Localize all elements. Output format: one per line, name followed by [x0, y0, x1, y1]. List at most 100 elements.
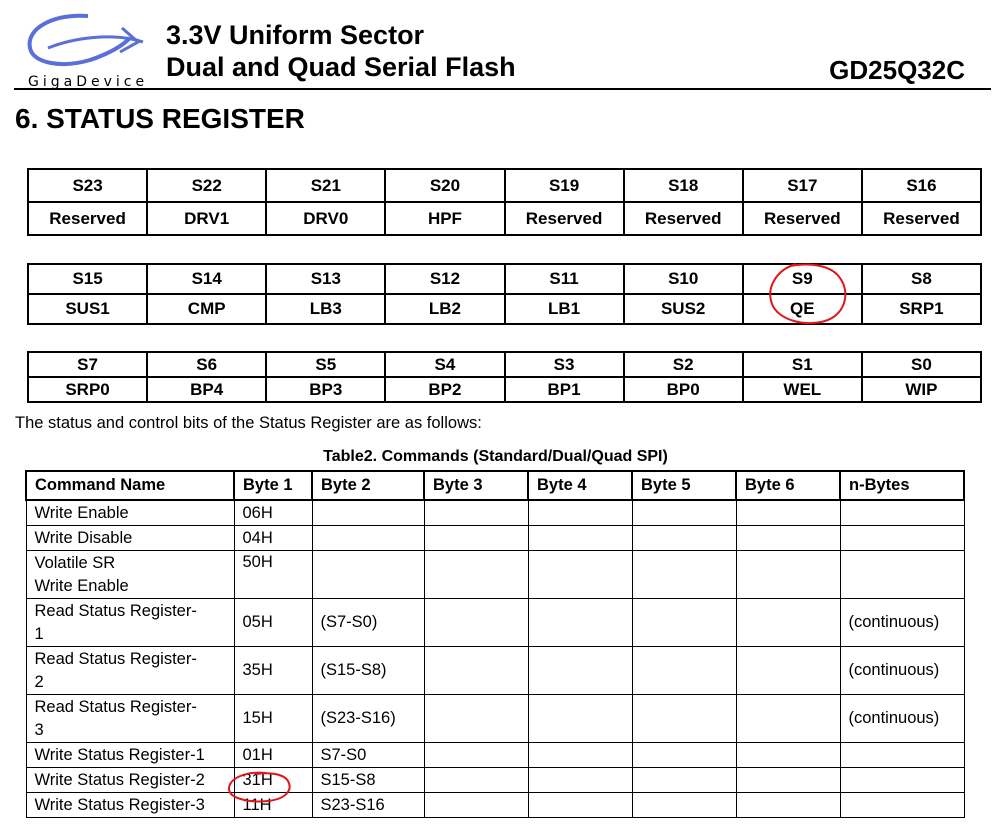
byte6-cell — [735, 767, 841, 793]
byte6-cell — [735, 550, 841, 599]
byte4-cell — [527, 499, 633, 526]
document-title-line1: 3.3V Uniform Sector — [166, 20, 425, 50]
column-header: n-Bytes — [839, 470, 965, 501]
part-number: GD25Q32C — [829, 55, 965, 85]
register-bit-cell: S19 — [503, 168, 625, 203]
register-name-cell: BP2 — [384, 376, 506, 403]
register-bit-cell: S21 — [265, 168, 387, 203]
table-row: Write Status Register-3 11H S23-S16 — [25, 792, 965, 818]
byte3-cell — [423, 525, 529, 551]
register-bit-row: S23 S22 S21 S20 S19 S18 S17 S16 — [26, 168, 983, 203]
byte2-cell — [311, 525, 425, 551]
byte1-cell: 50H — [233, 550, 313, 599]
register-bit-cell: S16 — [860, 168, 983, 203]
table-row: Read Status Register- 3 15H (S23-S16) (c… — [25, 694, 965, 743]
column-header: Byte 1 — [233, 470, 313, 501]
byte3-cell — [423, 792, 529, 818]
register-bit-row: S15 S14 S13 S12 S11 S10 S9 S8 — [26, 263, 983, 295]
command-name-cell: Write Status Register-1 — [25, 742, 235, 768]
command-name-text: 1 — [34, 625, 44, 643]
nbytes-cell: (continuous) — [839, 598, 965, 647]
register-name-row: SUS1 CMP LB3 LB2 LB1 SUS2 QE SRP1 — [26, 293, 983, 325]
command-name-text: Volatile SR — [34, 554, 116, 572]
byte2-cell: (S7-S0) — [311, 598, 425, 647]
register-bit-cell: S17 — [741, 168, 863, 203]
register-name-cell: QE — [741, 293, 863, 325]
table-caption-text: Table2. Commands (Standard/Dual/Quad SPI… — [323, 448, 668, 465]
logo-swoosh-icon — [27, 13, 144, 66]
register-bit-cell: S6 — [146, 351, 268, 378]
command-name-cell: Volatile SR Write Enable — [25, 550, 235, 599]
register-bit-cell: S14 — [146, 263, 268, 295]
register-name-cell: WIP — [860, 376, 983, 403]
register-bit-cell: S2 — [622, 351, 744, 378]
register-name-cell: SUS1 — [26, 293, 149, 325]
byte5-cell — [631, 499, 737, 526]
nbytes-cell — [839, 550, 965, 599]
table-row: Write Disable 04H — [25, 525, 965, 551]
register-bit-cell: S20 — [384, 168, 506, 203]
byte5-cell — [631, 694, 737, 743]
byte6-cell — [735, 598, 841, 647]
register-name-row: Reserved DRV1 DRV0 HPF Reserved Reserved… — [26, 201, 983, 236]
register-bit-cell: S8 — [860, 263, 983, 295]
byte5-cell — [631, 525, 737, 551]
byte1-cell: 15H — [233, 694, 313, 743]
byte5-cell — [631, 598, 737, 647]
command-name-text: Write Enable — [34, 577, 129, 595]
command-name-cell: Write Enable — [25, 499, 235, 526]
column-header: Command Name — [25, 470, 235, 501]
byte4-cell — [527, 767, 633, 793]
byte4-cell — [527, 646, 633, 695]
table-row: Read Status Register- 2 35H (S15-S8) (co… — [25, 646, 965, 695]
command-name-text: Write Disable — [34, 529, 133, 547]
register-name-cell: BP4 — [146, 376, 268, 403]
byte2-cell: S15-S8 — [311, 767, 425, 793]
command-name-text: Write Status Register-2 — [34, 771, 205, 789]
header-divider — [14, 88, 991, 90]
table-row: Write Status Register-2 31H S15-S8 — [25, 767, 965, 793]
register-name-cell: WEL — [741, 376, 863, 403]
register-bit-cell: S12 — [384, 263, 506, 295]
register-bit-cell: S18 — [622, 168, 744, 203]
nbytes-cell — [839, 767, 965, 793]
command-name-cell: Read Status Register- 2 — [25, 646, 235, 695]
byte5-cell — [631, 550, 737, 599]
gigadevice-logo: GigaDevice — [18, 8, 164, 90]
command-name-text: Write Status Register-1 — [34, 746, 205, 764]
register-bit-cell: S3 — [503, 351, 625, 378]
column-header: Byte 2 — [311, 470, 425, 501]
register-name-row: SRP0 BP4 BP3 BP2 BP1 BP0 WEL WIP — [26, 376, 983, 403]
register-bit-cell: S5 — [265, 351, 387, 378]
register-name-cell: LB3 — [265, 293, 387, 325]
byte1-cell: 05H — [233, 598, 313, 647]
byte3-cell — [423, 742, 529, 768]
register-name-cell: BP3 — [265, 376, 387, 403]
byte4-cell — [527, 792, 633, 818]
byte4-cell — [527, 525, 633, 551]
command-name-cell: Read Status Register- 3 — [25, 694, 235, 743]
byte5-cell — [631, 792, 737, 818]
column-header: Byte 4 — [527, 470, 633, 501]
status-register-3-table: S23 S22 S21 S20 S19 S18 S17 S16 Reserved… — [26, 168, 983, 236]
register-name-cell: SUS2 — [622, 293, 744, 325]
table-row: Write Enable 06H — [25, 499, 965, 526]
register-name-cell: Reserved — [860, 201, 983, 236]
register-bit-cell: S11 — [503, 263, 625, 295]
command-name-text: Read Status Register- — [34, 650, 197, 668]
table-row: Volatile SR Write Enable 50H — [25, 550, 965, 599]
register-bit-cell: S13 — [265, 263, 387, 295]
register-bit-cell: S0 — [860, 351, 983, 378]
byte6-cell — [735, 694, 841, 743]
byte3-cell — [423, 598, 529, 647]
register-bit-cell: S4 — [384, 351, 506, 378]
command-name-text: Write Status Register-3 — [34, 796, 205, 814]
byte5-cell — [631, 646, 737, 695]
register-bit-row: S7 S6 S5 S4 S3 S2 S1 S0 — [26, 351, 983, 378]
byte4-cell — [527, 598, 633, 647]
table-caption: Table2. Commands (Standard/Dual/Quad SPI… — [0, 448, 1005, 466]
table-row: Write Status Register-1 01H S7-S0 — [25, 742, 965, 768]
byte1-cell: 11H — [233, 792, 313, 818]
register-bit-cell: S7 — [26, 351, 149, 378]
table-header-row: Command Name Byte 1 Byte 2 Byte 3 Byte 4… — [25, 470, 965, 501]
